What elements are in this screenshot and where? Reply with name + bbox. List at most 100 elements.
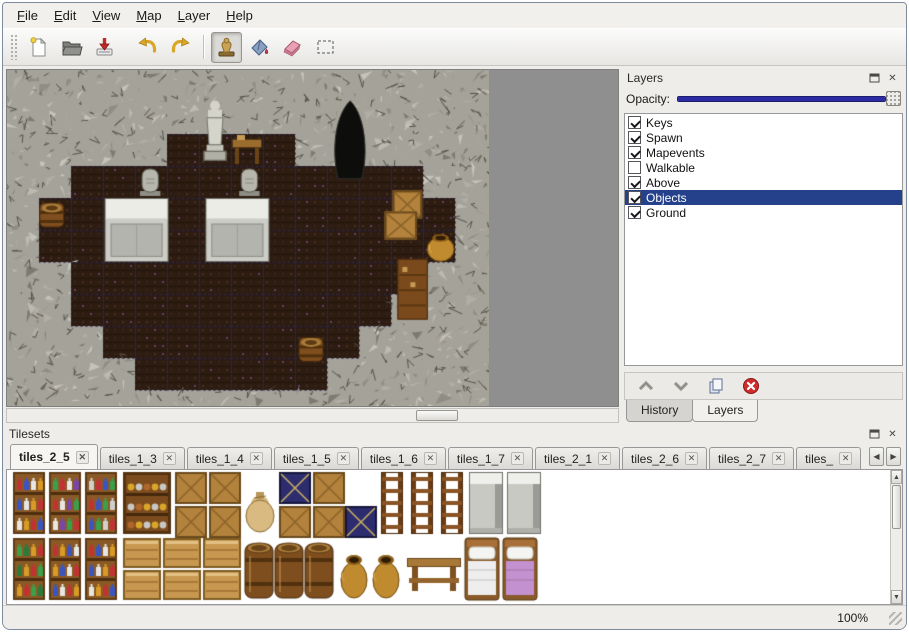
layers-panel-title: Layers: [627, 71, 864, 85]
raise-icon: [636, 376, 656, 396]
tileset-tabbar: tiles_2_5✕tiles_1_3✕ tiles_1_4 ✕ tiles_1_5 ✕…: [6, 443, 903, 470]
layer-visibility-checkbox[interactable]: [628, 176, 641, 189]
opacity-row: Opacity:: [624, 87, 903, 113]
tilesets-panel-close-button[interactable]: ✕: [885, 427, 900, 441]
undo-button[interactable]: [132, 32, 163, 63]
tileset-tab-label: tiles_1_6: [370, 452, 418, 466]
map-viewport: [6, 69, 619, 407]
fill-tool-button[interactable]: [244, 32, 275, 63]
layer-row-ground[interactable]: Ground: [625, 205, 902, 220]
tileset-tab-tiles_2_5[interactable]: tiles_2_5✕: [10, 444, 98, 469]
tab-close-icon[interactable]: ✕: [511, 452, 524, 465]
tab-close-icon[interactable]: ✕: [424, 452, 437, 465]
tab-close-icon[interactable]: ✕: [250, 452, 263, 465]
layer-visibility-checkbox[interactable]: [628, 206, 641, 219]
scroll-up-button[interactable]: ▲: [891, 470, 902, 484]
tab-close-icon[interactable]: ✕: [598, 452, 611, 465]
menu-item-map[interactable]: Map: [128, 5, 169, 26]
opacity-slider[interactable]: [677, 91, 901, 106]
tilesets-panel: Tilesets ✕ tiles_2_5✕tiles_1_3✕tiles_1_4…: [6, 425, 903, 605]
vertical-scrollbar-track[interactable]: [891, 484, 902, 590]
tileset-tab-tiles_[interactable]: tiles_✕: [796, 447, 861, 469]
select-tool-button[interactable]: [310, 32, 341, 63]
dock-tab-layers[interactable]: Layers: [692, 400, 758, 422]
tileset-tab-tiles_1_5[interactable]: tiles_1_5 ✕: [274, 447, 359, 469]
duplicate-layer-button[interactable]: [705, 375, 727, 397]
tab-close-icon[interactable]: ✕: [76, 451, 89, 464]
layer-visibility-checkbox[interactable]: [628, 191, 641, 204]
toolbar-drag-handle[interactable]: [10, 34, 18, 60]
tab-close-icon[interactable]: ✕: [163, 452, 176, 465]
layers-panel-close-button[interactable]: ✕: [885, 71, 900, 85]
menu-item-file[interactable]: File: [9, 5, 46, 26]
menu-item-help[interactable]: Help: [218, 5, 261, 26]
tab-scroll-left-button[interactable]: ◀: [869, 447, 884, 466]
layer-visibility-checkbox[interactable]: [628, 116, 641, 129]
opacity-slider-handle[interactable]: [886, 91, 901, 106]
save-map-button[interactable]: [89, 32, 120, 63]
layer-row-spawn[interactable]: Spawn: [625, 130, 902, 145]
tileset-tab-tiles_1_3[interactable]: tiles_1_3✕: [100, 447, 185, 469]
tileset-tab-label: tiles_1_4: [196, 452, 244, 466]
tileset-tab-label: tiles_1_5: [283, 452, 331, 466]
layer-row-keys[interactable]: Keys: [625, 115, 902, 130]
tileset-tab-tiles_2_7[interactable]: tiles_2_7✕: [709, 447, 794, 469]
layer-row-mapevents[interactable]: Mapevents: [625, 145, 902, 160]
layers-titlebar-buttons: ✕: [864, 71, 900, 85]
scroll-down-button[interactable]: ▼: [891, 590, 902, 604]
layer-row-above[interactable]: Above: [625, 175, 902, 190]
open-map-button[interactable]: [56, 32, 87, 63]
tileset-tab-tiles_1_7[interactable]: tiles_1_7 ✕: [448, 447, 533, 469]
tab-scroll-right-button[interactable]: ▶: [886, 447, 901, 466]
float-icon: [869, 429, 880, 439]
layer-row-walkable[interactable]: Walkable: [625, 160, 902, 175]
tileset-tab-label: tiles_1_7: [457, 452, 505, 466]
save-icon: [93, 36, 116, 59]
opacity-slider-track[interactable]: [677, 96, 886, 102]
tileset-tab-tiles_2_1[interactable]: tiles_2_1✕: [535, 447, 620, 469]
layer-name: Keys: [646, 116, 673, 130]
toolbar-separator: [203, 35, 204, 59]
lower-layer-button[interactable]: [670, 375, 692, 397]
tab-close-icon[interactable]: ✕: [839, 452, 852, 465]
opacity-label: Opacity:: [626, 92, 670, 106]
delete-layer-button[interactable]: [740, 375, 762, 397]
opacity-slider-fill: [678, 97, 885, 101]
tileset-tab-tiles_1_4[interactable]: tiles_1_4 ✕: [187, 447, 272, 469]
tileset-tabs: tiles_2_5✕tiles_1_3✕ tiles_1_4 ✕ tiles_1_5 ✕…: [10, 443, 863, 469]
layer-visibility-checkbox[interactable]: [628, 161, 641, 174]
redo-button[interactable]: [165, 32, 196, 63]
duplicate-icon: [706, 376, 726, 396]
horizontal-scrollbar-thumb[interactable]: [416, 410, 458, 421]
tab-close-icon[interactable]: ✕: [337, 452, 350, 465]
tileset-vertical-scrollbar[interactable]: ▲ ▼: [890, 470, 902, 604]
tab-close-icon[interactable]: ✕: [685, 452, 698, 465]
eraser-tool-button[interactable]: [277, 32, 308, 63]
stamp-tool-button[interactable]: [211, 32, 242, 63]
menu-item-view[interactable]: View: [84, 5, 128, 26]
map-horizontal-scrollbar[interactable]: [6, 408, 619, 423]
redo-icon: [169, 36, 192, 59]
vertical-scrollbar-thumb[interactable]: [892, 485, 901, 529]
dock-tab-history[interactable]: History: [626, 400, 693, 422]
layer-visibility-checkbox[interactable]: [628, 146, 641, 159]
layers-panel-float-button[interactable]: [867, 71, 882, 85]
layer-visibility-checkbox[interactable]: [628, 131, 641, 144]
tileset-canvas[interactable]: [7, 470, 890, 603]
new-map-button[interactable]: [23, 32, 54, 63]
layer-actions: [624, 372, 903, 400]
tileset-tab-tiles_2_6[interactable]: tiles_2_6✕: [622, 447, 707, 469]
layer-row-objects[interactable]: Objects: [625, 190, 902, 205]
resize-grip[interactable]: [889, 612, 902, 625]
tilesets-panel-float-button[interactable]: [867, 427, 882, 441]
new-file-icon: [27, 36, 50, 59]
menu-item-layer[interactable]: Layer: [170, 5, 219, 26]
menu-item-edit[interactable]: Edit: [46, 5, 84, 26]
eraser-tool-icon: [281, 36, 304, 59]
tileset-tab-tiles_1_6[interactable]: tiles_1_6 ✕: [361, 447, 446, 469]
menubar: FileEditViewMapLayerHelp: [3, 3, 906, 28]
map-canvas[interactable]: [7, 70, 489, 407]
layer-name: Mapevents: [646, 146, 705, 160]
raise-layer-button[interactable]: [635, 375, 657, 397]
tab-close-icon[interactable]: ✕: [772, 452, 785, 465]
